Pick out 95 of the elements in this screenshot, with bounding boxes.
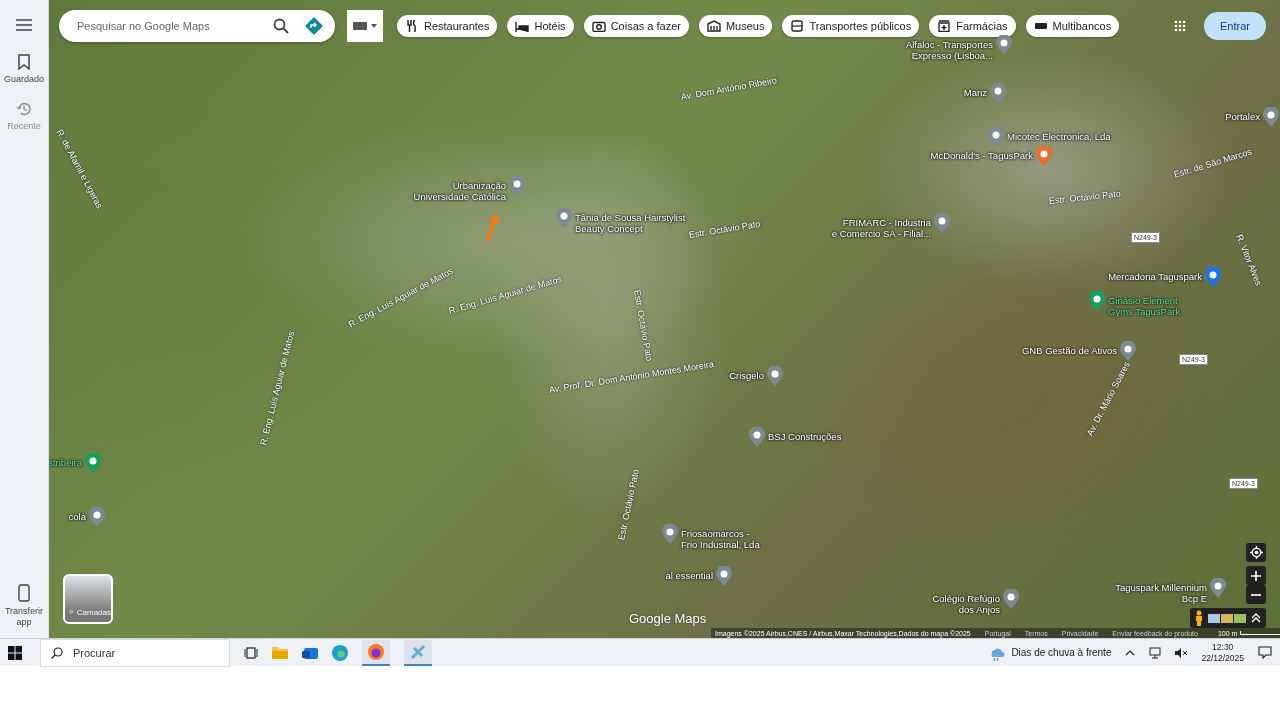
directions-icon[interactable] xyxy=(305,17,323,35)
mail-icon[interactable] xyxy=(302,645,318,660)
download-app-button[interactable]: Transferir app xyxy=(0,584,48,628)
input-tools-button[interactable] xyxy=(347,10,383,42)
start-icon[interactable] xyxy=(8,645,22,660)
category-chip[interactable]: Museus xyxy=(698,15,773,37)
browser-icon[interactable] xyxy=(368,643,384,660)
street-label: Estr. Octávio Pato xyxy=(616,468,641,542)
search-icon[interactable] xyxy=(51,646,63,659)
place-pin-icon[interactable] xyxy=(1036,146,1052,166)
place-label[interactable]: FRIMARC - Industria e Comercio SA - Filial... xyxy=(831,217,931,239)
google-maps-logo: Google Maps xyxy=(629,611,707,626)
layers-button[interactable]: Camadas xyxy=(63,574,113,624)
museum-icon[interactable] xyxy=(706,20,721,32)
place-label[interactable]: Friosaomarcos - Frio Industrial, Lda xyxy=(681,528,760,550)
menu-icon[interactable] xyxy=(16,18,32,31)
sidebar-item[interactable]: Guardado xyxy=(4,54,44,85)
search-field[interactable]: Pesquisar no Google Maps xyxy=(75,19,257,33)
satellite-map[interactable] xyxy=(49,0,1280,638)
search-bar[interactable]: Pesquisar no Google Maps xyxy=(59,10,335,42)
place-pin-icon[interactable] xyxy=(85,453,101,473)
place-label[interactable]: Mercadona Taguspark xyxy=(1108,271,1202,282)
apps-grid-icon[interactable] xyxy=(1174,20,1187,32)
bookmark-icon[interactable] xyxy=(17,54,31,70)
street-label: Estr. de São Marcos xyxy=(1172,146,1253,180)
task-view-icon[interactable] xyxy=(244,646,258,659)
caret-icon[interactable] xyxy=(371,24,377,28)
place-label[interactable]: Portalex xyxy=(1225,111,1260,122)
place-pin-icon[interactable] xyxy=(749,427,765,447)
speaker-muted-icon[interactable] xyxy=(1175,646,1188,659)
place-pin-icon[interactable] xyxy=(662,524,678,544)
place-label[interactable]: Micotec Electronica, Lda xyxy=(1007,131,1111,142)
fork-knife-icon[interactable] xyxy=(405,20,419,32)
place-pin-icon[interactable] xyxy=(934,213,950,233)
browser-icon[interactable] xyxy=(332,644,348,661)
camera-icon[interactable] xyxy=(591,20,606,32)
expand-icon[interactable] xyxy=(1251,613,1261,623)
place-pin-icon[interactable] xyxy=(996,35,1012,55)
notifications-icon[interactable] xyxy=(1258,646,1272,659)
place-label[interactable]: BSJ Construções xyxy=(768,431,842,442)
place-pin-icon[interactable] xyxy=(1205,267,1221,287)
place-label[interactable]: Alfaloc - Transportes Expresso (Lisboa... xyxy=(905,39,993,61)
place-label[interactable]: cola xyxy=(68,511,86,522)
place-pin-icon[interactable] xyxy=(716,566,732,586)
place-label[interactable]: al essential xyxy=(665,570,713,581)
map-type-thumbnails[interactable] xyxy=(1208,613,1246,623)
street-label: Estr. Octávio Pato xyxy=(688,218,761,240)
place-label[interactable]: McDonald's - TagusPark xyxy=(930,150,1033,161)
taskbar-search-bar[interactable]: Procurar xyxy=(40,638,230,667)
sign-in-button[interactable]: Entrar xyxy=(1204,12,1266,40)
category-chip[interactable]: Farmácias xyxy=(929,15,1016,37)
pegman-icon[interactable] xyxy=(1195,610,1203,626)
network-icon[interactable] xyxy=(1149,646,1162,659)
place-label[interactable]: Manz xyxy=(963,87,987,98)
place-label[interactable]: Ginásio Element Gyms TagusPark xyxy=(1108,295,1181,317)
bed-icon[interactable] xyxy=(515,20,530,32)
place-label[interactable]: Taguspark Millennium Bcp E xyxy=(1115,582,1207,604)
place-pin-icon[interactable] xyxy=(1210,578,1226,598)
street-label: Estr. Octávio Pato xyxy=(632,289,655,362)
phone-icon[interactable] xyxy=(18,584,30,602)
place-pin-icon[interactable] xyxy=(1089,291,1105,311)
place-label[interactable]: Crisgelo xyxy=(729,370,764,381)
street-label: R. Vitor Alves xyxy=(1234,233,1264,287)
pharmacy-icon[interactable] xyxy=(937,20,952,32)
taskbar-app-button[interactable] xyxy=(362,639,390,666)
place-pin-icon[interactable] xyxy=(509,176,525,196)
clock[interactable]: 12:30 22/12/2025 xyxy=(1201,641,1244,664)
plus-icon[interactable] xyxy=(1251,570,1261,581)
weather-text[interactable]: Dias de chuva à frente xyxy=(1011,647,1112,658)
place-pin-icon[interactable] xyxy=(1120,341,1136,361)
place-pin-icon[interactable] xyxy=(89,507,105,527)
taskbar-app-button[interactable] xyxy=(404,639,432,666)
zoom-in-button[interactable] xyxy=(1246,566,1266,585)
place-pin-icon[interactable] xyxy=(767,366,783,386)
place-pin-icon[interactable] xyxy=(556,208,572,228)
place-pin-icon[interactable] xyxy=(988,127,1004,147)
place-pin-icon[interactable] xyxy=(1263,107,1279,127)
street-label: R. Eng. Luís Aguiar de Matos xyxy=(258,330,297,447)
street-label: Av. Dom António Ribeiro xyxy=(680,75,778,102)
chevron-up-icon[interactable] xyxy=(1125,649,1136,656)
place-label[interactable]: Urbanização Universidade Católica xyxy=(413,180,506,202)
street-label: Estr. Octávio Pato xyxy=(1048,188,1122,206)
place-pin-icon[interactable] xyxy=(1003,589,1019,609)
place-label[interactable]: Colégio Refúgio dos Anjos xyxy=(932,593,1000,615)
search-icon[interactable] xyxy=(273,18,289,34)
category-chip[interactable]: Transportes públicos xyxy=(782,15,920,37)
category-chip[interactable]: Hotéis xyxy=(507,15,574,37)
place-label[interactable]: GNB Gestão de Ativos xyxy=(1021,345,1117,356)
category-chip[interactable]: Restaurantes xyxy=(397,15,498,37)
category-chip[interactable]: Multibancos xyxy=(1025,15,1120,37)
place-label[interactable]: Tânia de Sousa Hairstylist Beauty Concept xyxy=(575,212,686,234)
minus-icon[interactable] xyxy=(1251,593,1261,596)
zoom-out-button[interactable] xyxy=(1246,585,1266,604)
place-pin-icon[interactable] xyxy=(990,83,1006,103)
category-chip[interactable]: Coisas a fazer xyxy=(583,15,689,37)
